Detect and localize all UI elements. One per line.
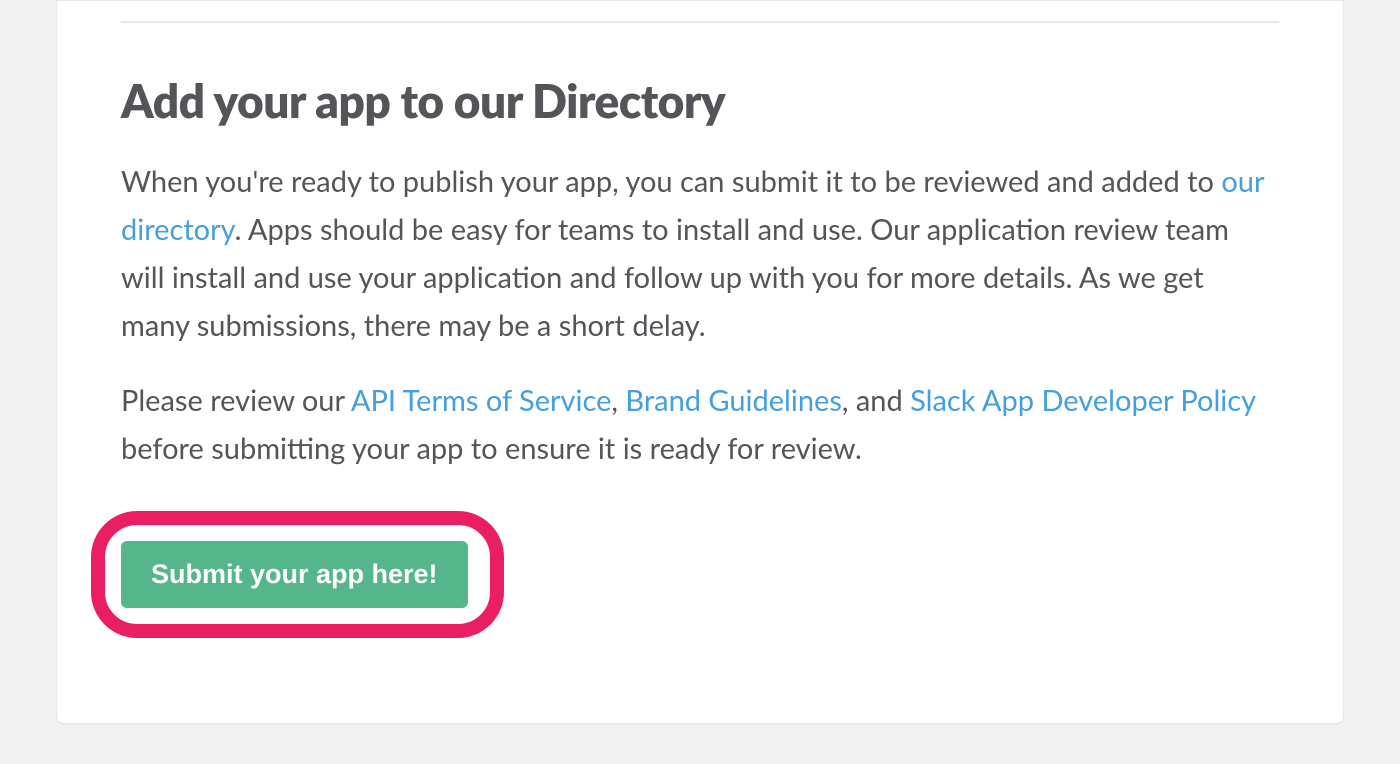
api-terms-link[interactable]: API Terms of Service [351,383,612,418]
review-paragraph: Please review our API Terms of Service , … [121,377,1279,473]
content-card: Add your app to our Directory When you'r… [56,0,1344,724]
cta-highlight-ring: Submit your app here! [91,511,504,638]
review-suffix: before submitting your app to ensure it … [121,431,862,466]
sep1: , [611,383,625,418]
page-background: Add your app to our Directory When you'r… [0,0,1400,764]
review-prefix: Please review our [121,383,351,418]
section-heading: Add your app to our Directory [121,73,1279,128]
submit-app-button[interactable]: Submit your app here! [121,541,468,608]
intro-text-after: . Apps should be easy for teams to insta… [121,212,1229,343]
intro-text-before: When you're ready to publish your app, y… [121,164,1221,199]
brand-guidelines-link[interactable]: Brand Guidelines [625,383,841,418]
sep2: , and [842,383,910,418]
intro-paragraph: When you're ready to publish your app, y… [121,158,1279,349]
developer-policy-link[interactable]: Slack App Developer Policy [910,383,1255,418]
section-divider [121,21,1279,23]
